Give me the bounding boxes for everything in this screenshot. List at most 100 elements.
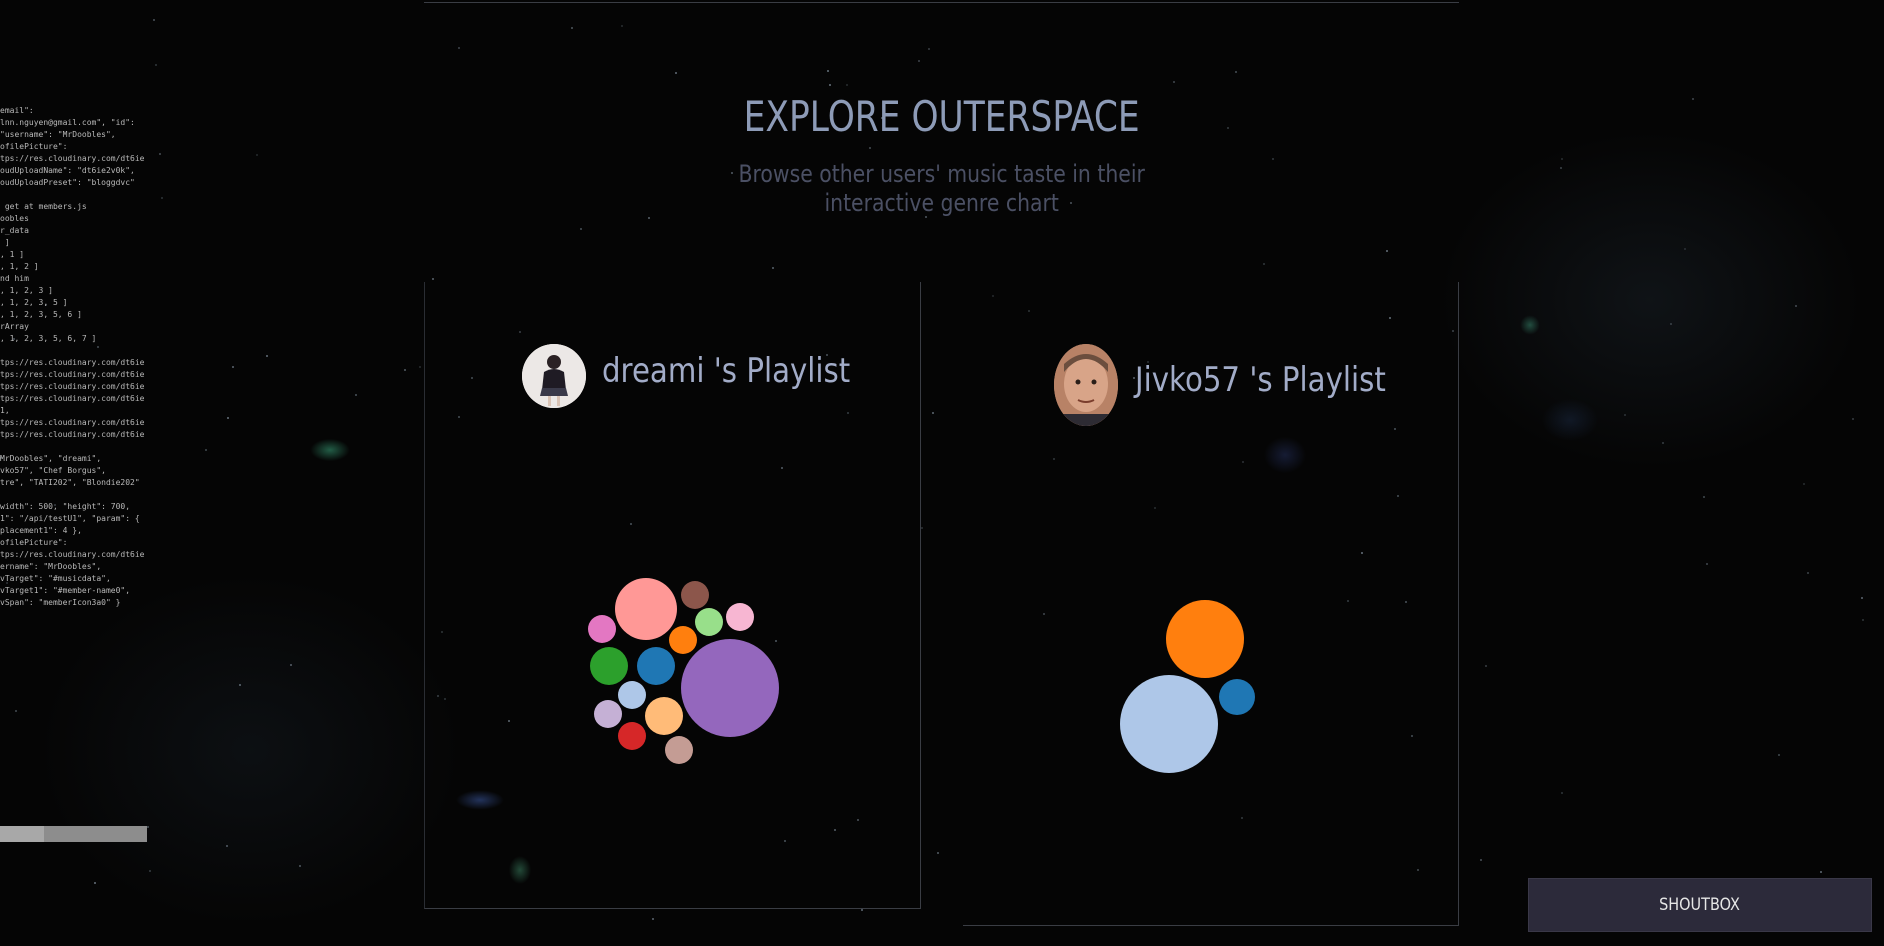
star bbox=[675, 72, 677, 74]
star bbox=[226, 845, 228, 847]
star bbox=[1820, 871, 1822, 873]
code-line: tre", "TATI202", "Blondie202" bbox=[0, 478, 140, 487]
genre-bubble[interactable] bbox=[594, 700, 622, 728]
code-line: vTarget1": "#member-name0", bbox=[0, 586, 131, 595]
code-line: "username": "MrDoobles", bbox=[0, 130, 116, 139]
genre-bubble[interactable] bbox=[637, 647, 675, 685]
code-line: , 1, 2, 3 ] bbox=[0, 286, 53, 295]
star bbox=[239, 684, 241, 686]
page-title: EXPLORE OUTERSPACE bbox=[743, 92, 1140, 141]
user-avatar-dreami[interactable] bbox=[522, 344, 586, 408]
code-line: lnn.nguyen@gmail.com", "id": bbox=[0, 118, 135, 127]
star bbox=[1485, 665, 1487, 667]
star bbox=[1386, 250, 1388, 252]
shoutbox-button[interactable]: SHOUTBOX bbox=[1528, 878, 1872, 932]
genre-bubble[interactable] bbox=[681, 581, 709, 609]
code-line: , 1, 2, 3, 5, 6 ] bbox=[0, 310, 82, 319]
star bbox=[648, 217, 650, 219]
code-line: get at members.js bbox=[0, 202, 87, 211]
playlist-title-jivko57[interactable]: Jivko57 's Playlist bbox=[1135, 360, 1386, 400]
code-line: r_data bbox=[0, 226, 29, 235]
user-avatar-jivko57[interactable] bbox=[1054, 344, 1118, 426]
star bbox=[1703, 496, 1705, 498]
star bbox=[571, 27, 573, 29]
code-line: tps://res.cloudinary.com/dt6ie bbox=[0, 550, 145, 559]
code-line: nd him bbox=[0, 274, 29, 283]
code-line: ofilePicture": bbox=[0, 142, 68, 151]
code-line: MrDoobles", "dreami", bbox=[0, 454, 102, 463]
code-line: vko57", "Chef Borgus", bbox=[0, 466, 106, 475]
code-line: , 1 ] bbox=[0, 250, 25, 259]
genre-bubble[interactable] bbox=[645, 697, 683, 735]
star bbox=[404, 369, 406, 371]
star bbox=[355, 394, 357, 396]
star bbox=[94, 882, 96, 884]
star bbox=[937, 852, 939, 854]
star bbox=[1852, 418, 1854, 420]
genre-bubble[interactable] bbox=[618, 681, 646, 709]
star bbox=[1561, 792, 1563, 794]
genre-bubble[interactable] bbox=[669, 626, 697, 654]
genre-bubble[interactable] bbox=[695, 608, 723, 636]
star bbox=[1795, 305, 1797, 307]
debug-code-panel: email": lnn.nguyen@gmail.com", "id": "user… bbox=[0, 105, 150, 615]
star bbox=[772, 267, 774, 269]
star bbox=[1480, 859, 1482, 861]
genre-bubble-chart-jivko57 bbox=[1120, 600, 1255, 773]
code-line: rArray bbox=[0, 322, 29, 331]
star bbox=[153, 19, 155, 21]
code-line: ] bbox=[0, 238, 10, 247]
genre-bubble[interactable] bbox=[618, 722, 646, 750]
star bbox=[1803, 483, 1805, 485]
genre-bubble[interactable] bbox=[615, 578, 677, 640]
genre-bubble[interactable] bbox=[1120, 675, 1218, 773]
code-line: vTarget": "#musicdata", bbox=[0, 574, 111, 583]
star bbox=[1706, 563, 1708, 565]
star bbox=[1173, 81, 1175, 83]
page-subtitle-line-2: interactive genre chart bbox=[824, 189, 1059, 217]
star bbox=[846, 84, 848, 86]
star bbox=[1778, 754, 1780, 756]
genre-bubble[interactable] bbox=[1166, 600, 1244, 678]
star bbox=[928, 48, 930, 50]
code-line: tps://res.cloudinary.com/dt6ie bbox=[0, 430, 145, 439]
star bbox=[147, 826, 149, 828]
star bbox=[1662, 442, 1664, 444]
code-line: , 1, 2, 3, 5 ] bbox=[0, 298, 68, 307]
star bbox=[149, 870, 151, 872]
star bbox=[432, 278, 434, 280]
star bbox=[155, 64, 157, 66]
star bbox=[827, 70, 829, 72]
code-line: ofilePicture": bbox=[0, 538, 68, 547]
page-subtitle-line-1: Browse other users' music taste in their bbox=[738, 160, 1145, 188]
code-panel-scrollbar[interactable] bbox=[0, 826, 147, 842]
star bbox=[299, 865, 301, 867]
code-panel-scrollbar-thumb[interactable] bbox=[0, 826, 44, 842]
code-line: 1, bbox=[0, 406, 10, 415]
star bbox=[921, 527, 923, 529]
genre-bubble[interactable] bbox=[590, 647, 628, 685]
genre-bubble-chart-dreami bbox=[588, 578, 779, 764]
code-line: vSpan": "memberIcon3a0" } bbox=[0, 598, 121, 607]
star bbox=[15, 710, 17, 712]
genre-bubble[interactable] bbox=[1219, 679, 1255, 715]
star bbox=[918, 60, 920, 62]
star bbox=[829, 84, 831, 86]
genre-bubble[interactable] bbox=[665, 736, 693, 764]
genre-bubble[interactable] bbox=[588, 615, 616, 643]
genre-bubble[interactable] bbox=[726, 603, 754, 631]
star bbox=[232, 366, 234, 368]
playlist-title-dreami[interactable]: dreami 's Playlist bbox=[602, 351, 850, 391]
star bbox=[652, 918, 654, 920]
code-line: tps://res.cloudinary.com/dt6ie bbox=[0, 382, 145, 391]
star bbox=[419, 366, 421, 368]
code-line: 1": "/api/testU1", "param": { bbox=[0, 514, 140, 523]
genre-bubble[interactable] bbox=[681, 639, 779, 737]
star bbox=[205, 449, 207, 451]
star bbox=[1263, 263, 1265, 265]
star bbox=[869, 147, 871, 149]
